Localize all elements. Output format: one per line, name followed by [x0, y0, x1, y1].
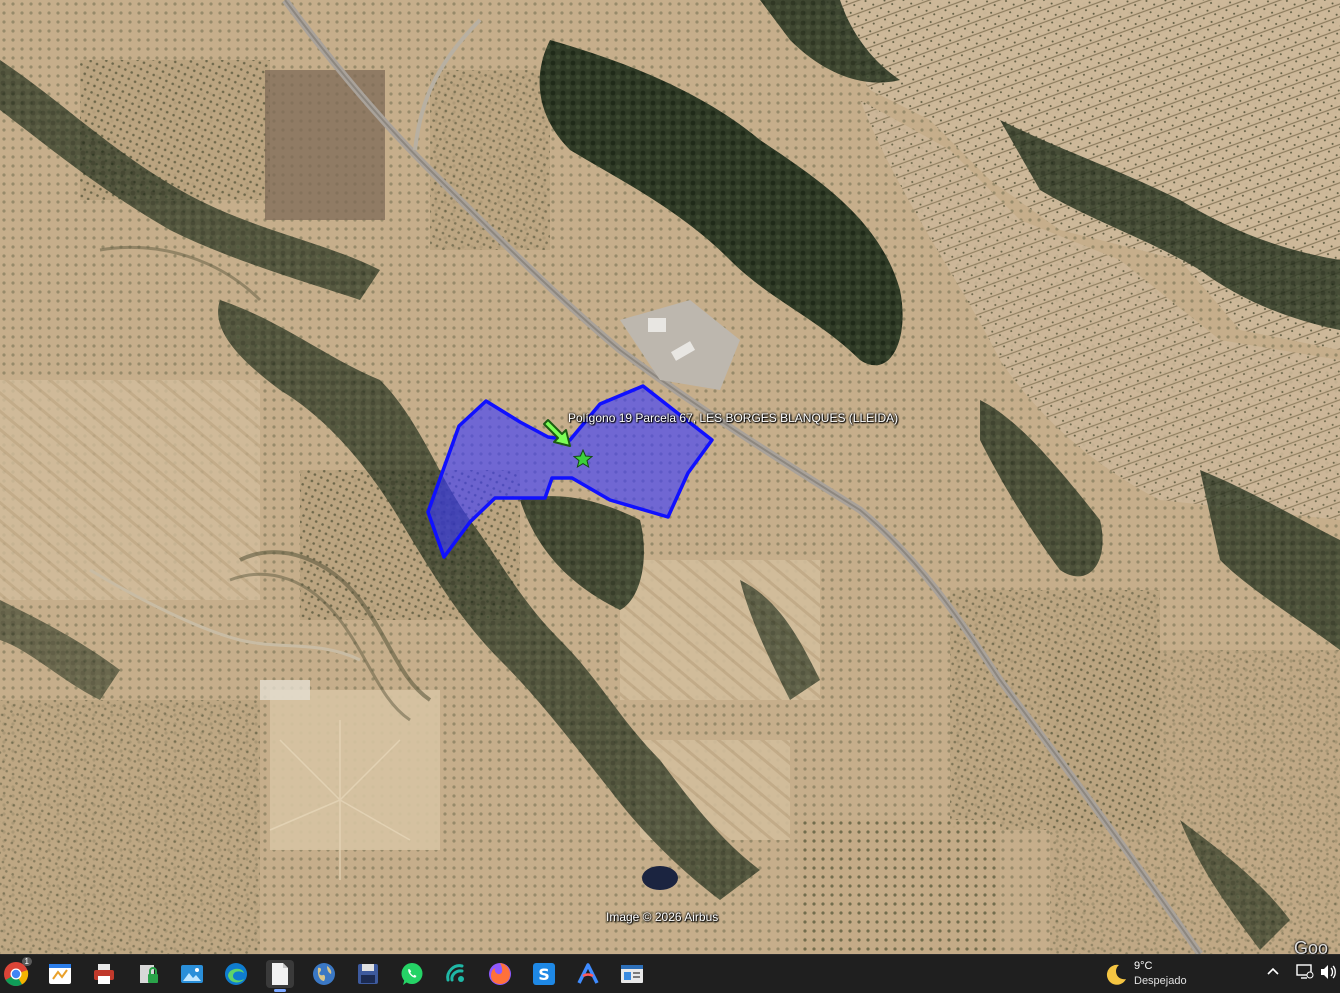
scan-s-icon[interactable]: S: [530, 960, 558, 988]
imagery-copyright: Image © 2026 Airbus: [606, 910, 719, 924]
earth-icon[interactable]: [310, 960, 338, 988]
volume-icon[interactable]: [1320, 964, 1338, 984]
arc-icon[interactable]: [574, 960, 602, 988]
edge-icon[interactable]: [222, 960, 250, 988]
weather-condition: Despejado: [1134, 975, 1187, 987]
network-icon[interactable]: [1296, 964, 1314, 984]
lock-file-icon[interactable]: [134, 960, 162, 988]
chevron-up-icon[interactable]: [1266, 965, 1280, 983]
photos-icon[interactable]: [178, 960, 206, 988]
document-icon[interactable]: [266, 960, 294, 992]
svg-text:S: S: [538, 965, 550, 984]
signal-icon[interactable]: [442, 960, 470, 988]
taskbar: 1 S 9°C Despejado: [0, 954, 1340, 993]
moon-icon: [1106, 964, 1126, 985]
save-disk-icon[interactable]: [354, 960, 382, 988]
chrome-icon[interactable]: 1: [2, 957, 32, 988]
firefox-icon[interactable]: [486, 960, 514, 988]
satellite-imagery: [0, 0, 1340, 954]
printer-icon[interactable]: [90, 960, 118, 988]
chrome-notification-badge: 1: [21, 957, 32, 966]
whatsapp-icon[interactable]: [398, 960, 426, 988]
window-app-icon[interactable]: [618, 960, 646, 988]
placemark-star-icon[interactable]: [573, 449, 593, 469]
whiteboard-icon[interactable]: [46, 960, 74, 988]
parcel-label[interactable]: Polígono 19 Parcela 67, LES BORGES BLANQ…: [568, 411, 898, 425]
map-logo: Goo: [1294, 938, 1329, 954]
satellite-map-view[interactable]: Polígono 19 Parcela 67, LES BORGES BLANQ…: [0, 0, 1340, 954]
weather-temperature: 9°C: [1134, 960, 1153, 972]
